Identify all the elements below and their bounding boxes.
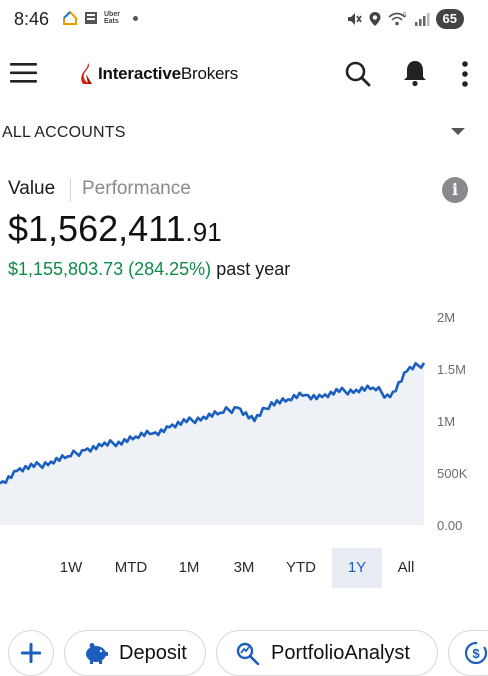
notification-bell-icon[interactable] (402, 59, 428, 87)
range-option-1y[interactable]: 1Y (332, 548, 382, 588)
add-button[interactable] (8, 630, 54, 676)
status-system-icons: 5 65 (346, 9, 464, 29)
portfolio-change-period: past year (216, 259, 291, 279)
portfolio-value-chart[interactable]: 2M 1.5M 1M 500K 0.00 (0, 300, 488, 540)
ib-flame-icon (81, 63, 93, 84)
battery-indicator: 65 (435, 9, 464, 29)
tab-performance[interactable]: Performance (82, 178, 191, 200)
y-tick-label: 2M (437, 310, 455, 325)
piggy-bank-icon (86, 643, 108, 664)
deposit-button[interactable]: Deposit (64, 630, 206, 676)
wifi-badge: 5 (403, 13, 407, 19)
location-icon (369, 12, 381, 26)
uber-eats-line1: Uber (104, 11, 120, 18)
status-time: 8:46 (14, 9, 50, 29)
menu-icon[interactable] (10, 62, 38, 84)
chevron-down-icon[interactable] (450, 127, 466, 137)
brand-name-regular: Brokers (180, 64, 239, 83)
range-option-mtd[interactable]: MTD (106, 548, 156, 588)
mute-icon (347, 13, 362, 25)
range-option-3m[interactable]: 3M (222, 548, 266, 588)
portfolio-analyst-button[interactable]: PortfolioAnalyst (216, 630, 438, 676)
range-option-1w[interactable]: 1W (48, 548, 94, 588)
analysis-magnifier-icon (236, 642, 260, 665)
portfolio-value-cents: .91 (185, 217, 222, 247)
range-option-ytd[interactable]: YTD (278, 548, 324, 588)
news-icon (85, 12, 97, 24)
y-tick-label: 1M (437, 414, 455, 429)
range-option-1m[interactable]: 1M (166, 548, 212, 588)
svg-text:$: $ (472, 646, 480, 661)
portfolio-change-amount: $1,155,803.73 (284.25%) (8, 259, 212, 279)
signal-icon (414, 13, 430, 26)
brand-logo: Interactive Brokers (80, 62, 238, 86)
portfolio-value: $1,562,411.91 (8, 208, 222, 250)
uber-eats-line2: Eats (104, 18, 119, 25)
more-options-icon[interactable] (460, 60, 470, 88)
brand-name-bold: Interactive (98, 64, 181, 83)
wifi-icon: 5 (388, 12, 407, 26)
y-tick-label: 1.5M (437, 362, 466, 377)
tab-divider (70, 178, 71, 202)
uber-eats-icon: Uber Eats (104, 11, 122, 25)
more-notifications-dot-icon (133, 15, 138, 21)
deposit-label: Deposit (119, 641, 187, 664)
portfolio-value-whole: $1,562,411 (8, 208, 186, 249)
search-icon[interactable] (344, 60, 372, 88)
range-option-all[interactable]: All (386, 548, 426, 588)
transfer-button[interactable]: $ (448, 630, 488, 676)
portfolio-change: $1,155,803.73 (284.25%) past year (8, 259, 290, 280)
info-icon[interactable]: i (442, 177, 468, 203)
home-icon (63, 10, 77, 25)
tab-value[interactable]: Value (8, 178, 55, 200)
status-notification-icons: Uber Eats (62, 10, 138, 26)
plus-icon (21, 643, 41, 663)
y-tick-label: 0.00 (437, 518, 462, 533)
account-selector-label: ALL ACCOUNTS (2, 124, 126, 141)
portfolio-analyst-label: PortfolioAnalyst (271, 641, 410, 664)
dollar-cycle-icon: $ (464, 641, 488, 665)
y-tick-label: 500K (437, 466, 468, 481)
